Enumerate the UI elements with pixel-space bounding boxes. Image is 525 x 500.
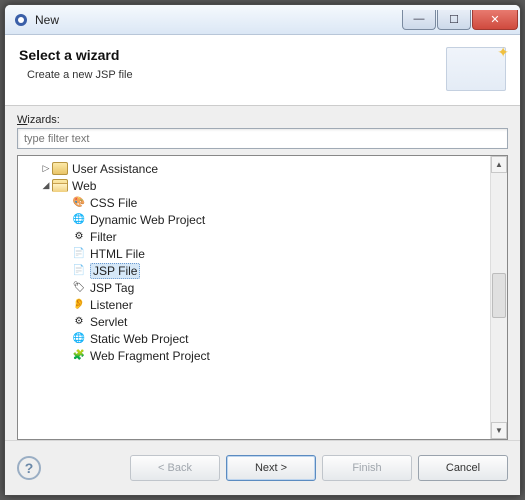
cancel-button[interactable]: Cancel	[418, 455, 508, 481]
tree-label: Dynamic Web Project	[90, 213, 205, 227]
tree-row[interactable]: 🌐 Static Web Project	[20, 330, 488, 347]
file-icon: 👂	[72, 298, 86, 312]
tree-row[interactable]: 📄 HTML File	[20, 245, 488, 262]
scroll-up-button[interactable]: ▲	[491, 156, 507, 173]
tree-label: Web	[72, 179, 96, 193]
tree-row[interactable]: ▷ User Assistance	[20, 160, 488, 177]
file-icon: 🏷	[72, 281, 86, 295]
tree-label: User Assistance	[72, 162, 158, 176]
file-icon: 🌐	[72, 332, 86, 346]
content-area: Wizards: ▷ User Assistance ◢ Web 🎨 CSS File 🌐 D…	[5, 106, 520, 440]
tree-row[interactable]: 📄 JSP File	[20, 262, 488, 279]
scroll-down-button[interactable]: ▼	[491, 422, 507, 439]
file-icon: 📄	[72, 264, 86, 278]
file-icon: 🧩	[72, 349, 86, 363]
help-button[interactable]: ?	[17, 456, 41, 480]
tree-row[interactable]: 👂 Listener	[20, 296, 488, 313]
tree-label: Web Fragment Project	[90, 349, 210, 363]
back-button[interactable]: < Back	[130, 455, 220, 481]
collapse-icon[interactable]: ◢	[40, 180, 52, 191]
tree-row[interactable]: 🧩 Web Fragment Project	[20, 347, 488, 364]
minimize-button[interactable]: —	[402, 10, 436, 30]
vertical-scrollbar[interactable]: ▲ ▼	[490, 156, 507, 439]
close-button[interactable]: ✕	[472, 10, 518, 30]
tree-row[interactable]: ◢ Web	[20, 177, 488, 194]
footer: ? < Back Next > Finish Cancel	[5, 440, 520, 495]
window-title: New	[35, 13, 59, 27]
wizard-header: Select a wizard Create a new JSP file ✦	[5, 35, 520, 106]
maximize-button[interactable]: ☐	[437, 10, 471, 30]
tree-label: JSP File	[90, 263, 140, 279]
tree-row[interactable]: 🎨 CSS File	[20, 194, 488, 211]
file-icon: 🌐	[72, 213, 86, 227]
titlebar[interactable]: New — ☐ ✕	[5, 5, 520, 35]
file-icon: ⚙	[72, 315, 86, 329]
next-button[interactable]: Next >	[226, 455, 316, 481]
scroll-track[interactable]	[491, 173, 507, 422]
finish-button[interactable]: Finish	[322, 455, 412, 481]
file-icon: 🎨	[72, 196, 86, 210]
dialog-window: New — ☐ ✕ Select a wizard Create a new J…	[4, 4, 521, 496]
wizard-banner-icon: ✦	[446, 47, 506, 91]
window-controls: — ☐ ✕	[402, 10, 520, 30]
tree-row[interactable]: ⚙ Servlet	[20, 313, 488, 330]
tree-label: Listener	[90, 298, 133, 312]
file-icon: 📄	[72, 247, 86, 261]
tree-row[interactable]: 🌐 Dynamic Web Project	[20, 211, 488, 228]
expand-icon[interactable]: ▷	[40, 163, 52, 174]
tree-label: Static Web Project	[90, 332, 188, 346]
tree-label: JSP Tag	[90, 281, 134, 295]
tree-row[interactable]: 🏷 JSP Tag	[20, 279, 488, 296]
star-icon: ✦	[497, 44, 509, 61]
tree-row[interactable]: ⚙ Filter	[20, 228, 488, 245]
header-title: Select a wizard	[19, 47, 446, 63]
tree-label: Servlet	[90, 315, 127, 329]
tree-container: ▷ User Assistance ◢ Web 🎨 CSS File 🌐 Dynamic We…	[17, 155, 508, 440]
wizard-tree[interactable]: ▷ User Assistance ◢ Web 🎨 CSS File 🌐 Dynamic We…	[18, 156, 490, 439]
folder-icon	[52, 162, 68, 175]
wizards-label: Wizards:	[17, 114, 508, 126]
folder-open-icon	[52, 179, 68, 192]
filter-input[interactable]	[17, 128, 508, 149]
tree-label: Filter	[90, 230, 117, 244]
header-subtitle: Create a new JSP file	[19, 69, 446, 81]
tree-label: CSS File	[90, 196, 137, 210]
file-icon: ⚙	[72, 230, 86, 244]
scroll-thumb[interactable]	[492, 273, 506, 318]
app-icon	[13, 12, 29, 28]
tree-label: HTML File	[90, 247, 145, 261]
